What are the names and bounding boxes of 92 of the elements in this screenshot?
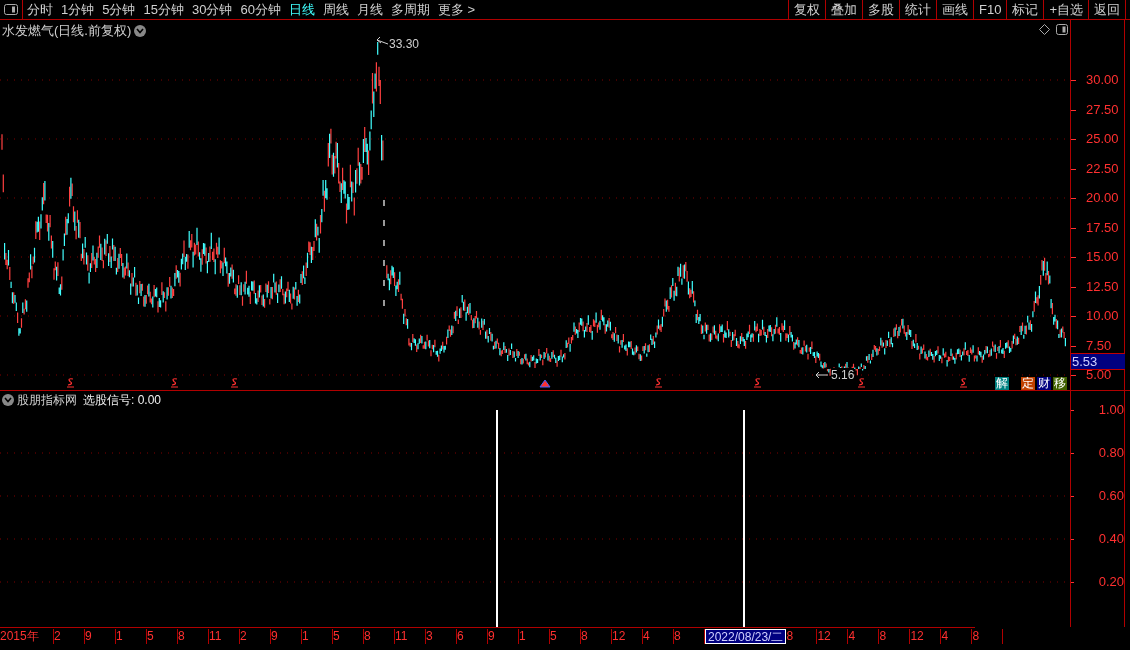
axis-label: 5.00 <box>1086 368 1112 382</box>
price-label: 33.30 <box>389 37 420 51</box>
date-label: 2015年 <box>0 629 54 644</box>
event-badge: 移 <box>1053 377 1067 390</box>
date-label: 9 <box>271 629 302 644</box>
date-label: 2 <box>240 629 271 644</box>
date-label: 4 <box>643 629 674 644</box>
date-label: 6 <box>457 629 488 644</box>
date-label: 1 <box>519 629 550 644</box>
toolbar-button[interactable]: 叠加 <box>825 0 862 19</box>
date-label: 11 <box>395 629 426 644</box>
toolbar-button[interactable]: 统计 <box>899 0 936 19</box>
date-label: 12 <box>817 629 849 644</box>
dropdown-button[interactable] <box>2 394 14 406</box>
axis-label: 10.00 <box>1086 309 1119 323</box>
date-label: 5 <box>147 629 178 644</box>
diamond-icon[interactable] <box>1039 24 1050 35</box>
axis-label: 20.00 <box>1086 191 1119 205</box>
chevron-down-icon <box>136 27 145 34</box>
date-label: 12 <box>910 629 942 644</box>
axis-label: 7.50 <box>1086 338 1112 353</box>
period-tab[interactable]: 周线 <box>318 0 353 19</box>
date-label: 4 <box>848 629 880 644</box>
axis-label: 12.50 <box>1086 279 1119 294</box>
min-pointer-icon <box>815 371 829 379</box>
axis-label: 0.20 <box>1098 575 1124 589</box>
date-label: 8 <box>972 629 1004 644</box>
event-badge: 财 <box>1037 377 1051 390</box>
indicator-value: 选股信号: 0.00 <box>83 392 162 409</box>
period-tab[interactable]: 30分钟 <box>187 0 237 19</box>
date-label: 3 <box>426 629 457 644</box>
toolbar-button[interactable]: +自选 <box>1043 0 1088 19</box>
axis-label: 0.80 <box>1098 446 1124 460</box>
signal-marker-icon <box>170 378 179 388</box>
period-tab[interactable]: 更多 > <box>433 0 480 19</box>
signal-marker-icon <box>66 378 75 388</box>
axis-label: 17.50 <box>1086 220 1119 235</box>
date-label: 1 <box>302 629 333 644</box>
triangle-marker-icon <box>539 379 551 388</box>
period-tab[interactable]: 多周期 <box>386 0 434 19</box>
panel-icon[interactable] <box>1056 24 1068 35</box>
event-badge: 定 <box>1021 377 1035 390</box>
axis-label: 0.60 <box>1098 489 1124 503</box>
date-label: 12 <box>612 629 643 644</box>
signal-marker-icon <box>857 378 866 388</box>
date-label: 1 <box>116 629 147 644</box>
signal-marker-icon <box>654 378 663 388</box>
axis-label: 1.00 <box>1098 403 1124 417</box>
toolbar-button[interactable]: 返回 <box>1088 0 1125 19</box>
period-tab[interactable]: 1分钟 <box>57 0 99 19</box>
period-tab[interactable]: 日线 <box>284 0 319 19</box>
toolbar-button[interactable]: F10 <box>973 0 1007 19</box>
date-label: 9 <box>85 629 116 644</box>
date-label: 11 <box>209 629 240 644</box>
period-tab[interactable]: 15分钟 <box>139 0 188 19</box>
chevron-down-icon <box>4 397 12 403</box>
period-tab[interactable]: 60分钟 <box>236 0 285 19</box>
toolbar-button[interactable]: 多股 <box>862 0 899 19</box>
axis-label: 30.00 <box>1086 73 1119 87</box>
date-label: 8 <box>581 629 612 644</box>
date-label: 8 <box>178 629 209 644</box>
period-tab[interactable]: 月线 <box>352 0 387 19</box>
axis-label: 25.00 <box>1086 132 1119 146</box>
signal-marker-icon <box>753 378 762 388</box>
axis-label: 15.00 <box>1086 250 1119 264</box>
max-pointer-icon <box>376 36 389 45</box>
period-tab[interactable]: 5分钟 <box>98 0 140 19</box>
dropdown-button[interactable] <box>134 24 147 37</box>
event-badge: 解 <box>995 377 1009 390</box>
date-label: 8 <box>879 629 911 644</box>
panel-icon <box>4 4 18 15</box>
price-tag: 5.53 <box>1071 353 1125 370</box>
date-label: 8 <box>364 629 395 644</box>
date-label: 5 <box>550 629 581 644</box>
date-label: 5 <box>333 629 364 644</box>
signal-marker-icon <box>230 378 239 388</box>
date-label: 2 <box>54 629 85 644</box>
chart-title: 水发燃气(日线.前复权) <box>2 22 132 40</box>
signal-marker-icon <box>959 378 968 388</box>
toolbar-button[interactable]: 标记 <box>1006 0 1044 19</box>
axis-label: 22.50 <box>1086 161 1119 176</box>
date-label: 4 <box>941 629 973 644</box>
date-label: 9 <box>488 629 519 644</box>
toolbar-button[interactable]: 画线 <box>936 0 973 19</box>
toolbar-button[interactable]: 复权 <box>788 0 825 19</box>
date-label: 8 <box>786 629 818 644</box>
indicator-title: 股朋指标网 <box>17 392 77 409</box>
price-label: 5.16 <box>831 368 855 382</box>
axis-label: 27.50 <box>1086 102 1119 117</box>
axis-label: 0.40 <box>1098 532 1124 546</box>
period-tab[interactable]: 分时 <box>23 0 57 19</box>
date-label: 2022/08/23/二 <box>705 629 787 644</box>
